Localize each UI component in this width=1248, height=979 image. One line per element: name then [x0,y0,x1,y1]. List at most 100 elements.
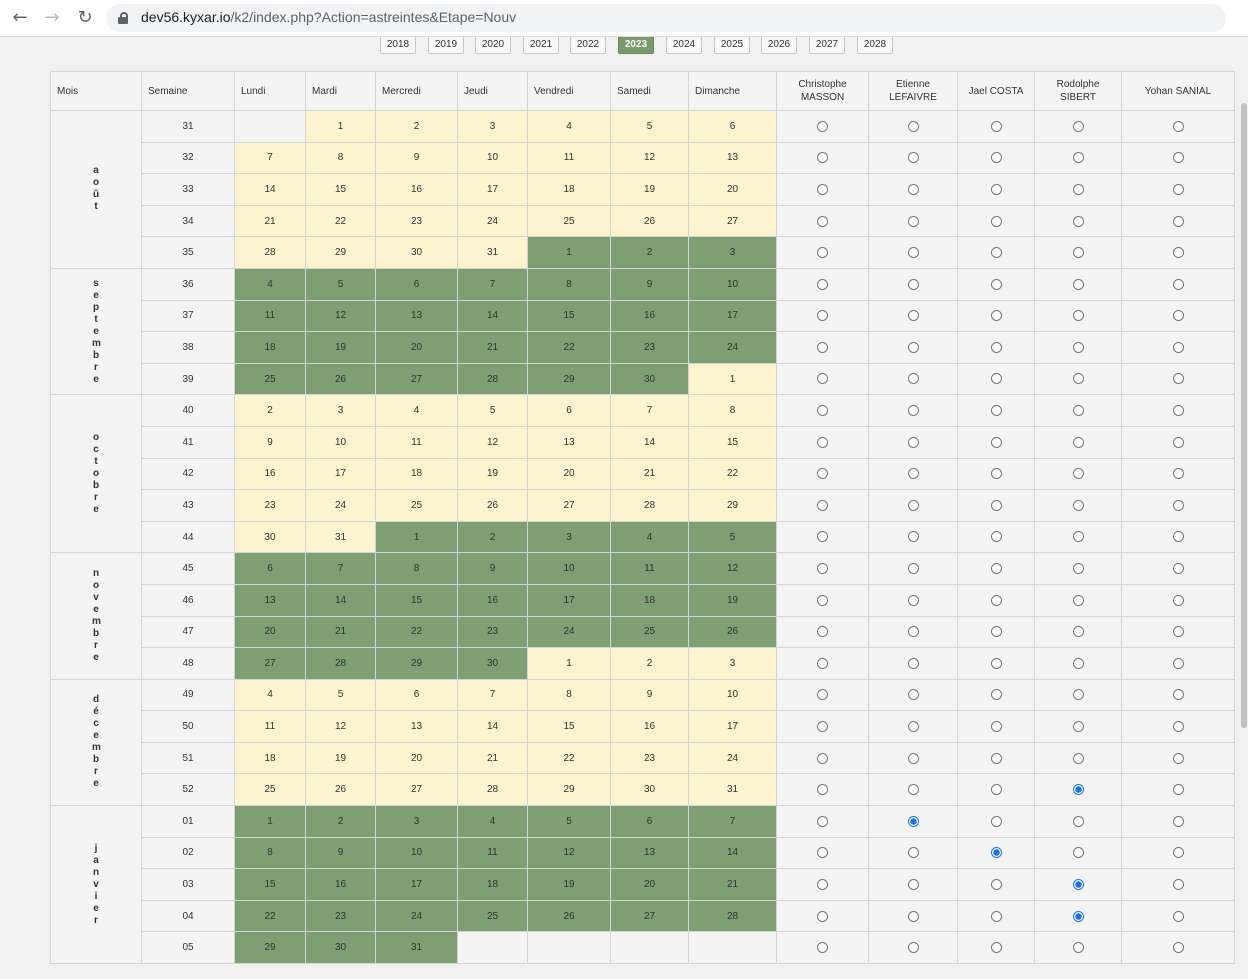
astreinte-radio[interactable] [907,247,919,259]
astreinte-radio[interactable] [990,942,1002,954]
astreinte-radio[interactable] [990,878,1002,890]
astreinte-radio[interactable] [817,405,828,417]
astreinte-radio[interactable] [1172,657,1184,669]
astreinte-radio[interactable] [907,183,919,195]
astreinte-radio[interactable] [907,373,919,385]
astreinte-radio[interactable] [1172,752,1184,764]
reload-icon[interactable]: ↻ [73,6,97,30]
astreinte-radio[interactable] [990,626,1002,638]
year-button-2028[interactable]: 2028 [857,37,893,54]
astreinte-radio[interactable] [1172,942,1184,954]
astreinte-radio[interactable] [907,689,919,701]
astreinte-radio[interactable] [907,436,919,448]
astreinte-radio[interactable] [1072,594,1084,606]
astreinte-radio[interactable] [1172,878,1184,890]
astreinte-radio[interactable] [907,563,919,575]
year-button-2023[interactable]: 2023 [618,37,654,54]
astreinte-radio[interactable] [817,468,828,480]
astreinte-radio[interactable] [990,910,1002,922]
year-button-2025[interactable]: 2025 [714,37,750,54]
astreinte-radio[interactable] [907,310,919,322]
astreinte-radio[interactable] [907,721,919,732]
astreinte-radio[interactable] [1072,499,1084,511]
astreinte-radio[interactable] [990,468,1002,480]
astreinte-radio[interactable] [1172,594,1184,606]
astreinte-radio[interactable] [1172,847,1184,859]
astreinte-radio[interactable] [907,468,919,480]
astreinte-radio[interactable] [1172,310,1184,322]
astreinte-radio[interactable] [990,815,1002,827]
astreinte-radio[interactable] [1172,247,1184,259]
astreinte-radio[interactable] [1072,183,1084,195]
astreinte-radio[interactable] [990,563,1002,575]
astreinte-radio[interactable] [907,815,919,827]
forward-arrow-icon[interactable]: → [40,6,64,30]
astreinte-radio[interactable] [817,910,828,922]
astreinte-radio[interactable] [817,721,828,732]
astreinte-radio[interactable] [1172,531,1184,543]
astreinte-radio[interactable] [817,594,828,606]
year-button-2024[interactable]: 2024 [666,37,702,54]
scrollbar-thumb[interactable] [1241,103,1247,728]
url-text[interactable]: dev56.kyxar.io/k2/index.php?Action=astre… [141,9,516,25]
astreinte-radio[interactable] [1072,310,1084,322]
astreinte-radio[interactable] [990,215,1002,227]
astreinte-radio[interactable] [1072,784,1084,796]
astreinte-radio[interactable] [990,594,1002,606]
astreinte-radio[interactable] [990,499,1002,511]
astreinte-radio[interactable] [907,657,919,669]
scrollbar[interactable] [1240,37,1248,979]
year-button-2019[interactable]: 2019 [428,37,464,54]
astreinte-radio[interactable] [1172,152,1184,164]
astreinte-radio[interactable] [817,878,828,890]
address-bar[interactable]: dev56.kyxar.io/k2/index.php?Action=astre… [106,4,1226,32]
astreinte-radio[interactable] [1172,373,1184,385]
astreinte-radio[interactable] [1072,626,1084,638]
astreinte-radio[interactable] [1072,152,1084,164]
astreinte-radio[interactable] [817,499,828,511]
astreinte-radio[interactable] [1172,278,1184,290]
astreinte-radio[interactable] [907,405,919,417]
astreinte-radio[interactable] [1172,910,1184,922]
astreinte-radio[interactable] [1172,689,1184,701]
year-button-2018[interactable]: 2018 [380,37,416,54]
astreinte-radio[interactable] [817,152,828,164]
astreinte-radio[interactable] [907,278,919,290]
astreinte-radio[interactable] [1172,120,1184,132]
astreinte-radio[interactable] [907,120,919,132]
astreinte-radio[interactable] [1072,341,1084,353]
astreinte-radio[interactable] [817,531,828,543]
astreinte-radio[interactable] [907,626,919,638]
astreinte-radio[interactable] [1072,405,1084,417]
astreinte-radio[interactable] [990,657,1002,669]
astreinte-radio[interactable] [990,183,1002,195]
astreinte-radio[interactable] [1072,721,1084,732]
astreinte-radio[interactable] [907,499,919,511]
astreinte-radio[interactable] [1072,878,1084,890]
astreinte-radio[interactable] [907,878,919,890]
astreinte-radio[interactable] [1072,215,1084,227]
astreinte-radio[interactable] [1072,436,1084,448]
astreinte-radio[interactable] [817,120,828,132]
astreinte-radio[interactable] [817,689,828,701]
astreinte-radio[interactable] [907,152,919,164]
astreinte-radio[interactable] [1172,784,1184,796]
astreinte-radio[interactable] [907,531,919,543]
astreinte-radio[interactable] [817,752,828,764]
astreinte-radio[interactable] [1072,468,1084,480]
year-button-2027[interactable]: 2027 [809,37,845,54]
astreinte-radio[interactable] [1072,657,1084,669]
astreinte-radio[interactable] [990,278,1002,290]
astreinte-radio[interactable] [1072,278,1084,290]
astreinte-radio[interactable] [907,784,919,796]
astreinte-radio[interactable] [1072,373,1084,385]
astreinte-radio[interactable] [817,626,828,638]
astreinte-radio[interactable] [1172,405,1184,417]
astreinte-radio[interactable] [907,752,919,764]
astreinte-radio[interactable] [817,373,828,385]
astreinte-radio[interactable] [817,436,828,448]
astreinte-radio[interactable] [907,910,919,922]
astreinte-radio[interactable] [817,815,828,827]
astreinte-radio[interactable] [1172,499,1184,511]
astreinte-radio[interactable] [1072,563,1084,575]
